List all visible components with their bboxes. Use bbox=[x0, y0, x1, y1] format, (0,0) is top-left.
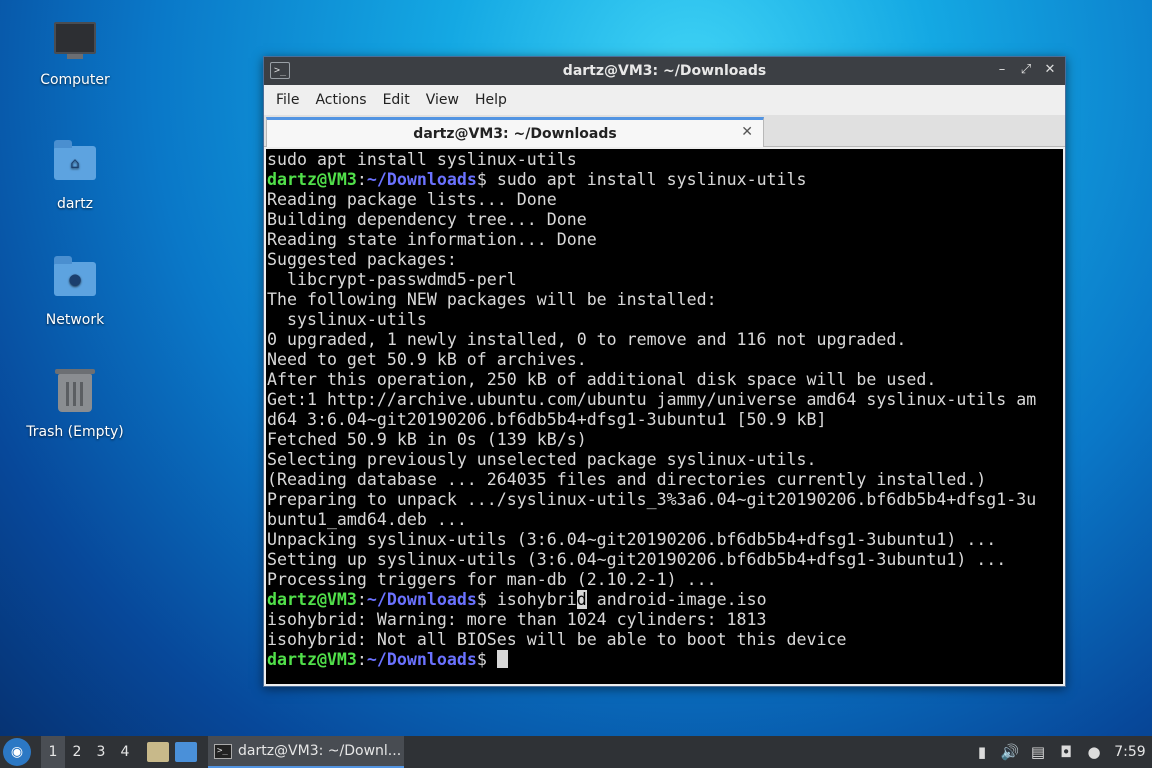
volume-icon[interactable]: 🔊 bbox=[998, 743, 1022, 761]
text-cursor: d bbox=[576, 590, 587, 609]
terminal-line: Fetched 50.9 kB in 0s (139 kB/s) bbox=[267, 430, 587, 449]
prompt-path: ~/Downloads bbox=[366, 650, 477, 669]
maximize-icon[interactable]: ⤢ bbox=[1017, 62, 1035, 77]
desktop-icon-label: Computer bbox=[40, 72, 110, 88]
file-manager-icon[interactable] bbox=[147, 742, 169, 762]
terminal-line: buntu1_amd64.deb ... bbox=[267, 510, 467, 529]
menubar: File Actions Edit View Help bbox=[264, 85, 1065, 115]
prompt-user: dartz@VM3 bbox=[267, 590, 357, 609]
notification-icon[interactable]: ● bbox=[1082, 743, 1106, 761]
terminal-cursor bbox=[496, 650, 508, 668]
terminal-output[interactable]: sudo apt install syslinux-utils dartz@VM… bbox=[266, 149, 1063, 684]
menu-file[interactable]: File bbox=[268, 92, 307, 108]
terminal-line: Preparing to unpack .../syslinux-utils_3… bbox=[267, 490, 1037, 509]
prompt-user: dartz@VM3 bbox=[267, 650, 357, 669]
terminal-line: Get:1 http://archive.ubuntu.com/ubuntu j… bbox=[267, 390, 1037, 409]
terminal-line: sudo apt install syslinux-utils bbox=[267, 150, 577, 169]
terminal-line: Setting up syslinux-utils (3:6.04~git201… bbox=[267, 550, 1007, 569]
terminal-line: dartz@VM3:~/Downloads$ bbox=[266, 650, 1063, 670]
system-tray: ▮ 🔊 ▤ ◘ ● 7:59 bbox=[968, 736, 1152, 768]
desktop-icon-label: dartz bbox=[56, 196, 94, 212]
terminal-line: syslinux-utils bbox=[267, 310, 427, 329]
terminal-line: isohybrid: Not all BIOSes will be able t… bbox=[267, 630, 847, 649]
desktop-icon-trash[interactable]: Trash (Empty) bbox=[20, 369, 130, 440]
terminal-line: Selecting previously unselected package … bbox=[267, 450, 817, 469]
terminal-line: d64 3:6.04~git20190206.bf6db5b4+dfsg1-3u… bbox=[267, 410, 827, 429]
terminal-icon[interactable]: >_ bbox=[270, 62, 290, 79]
terminal-line: Need to get 50.9 kB of archives. bbox=[267, 350, 587, 369]
desktop-icon-network[interactable]: ● Network bbox=[20, 256, 130, 328]
terminal-line: Reading package lists... Done bbox=[267, 190, 557, 209]
tab-close-icon[interactable]: ✕ bbox=[741, 124, 753, 140]
desktop-icon-home[interactable]: ⌂ dartz bbox=[20, 140, 130, 212]
menu-view[interactable]: View bbox=[418, 92, 467, 108]
desktop-icon-computer[interactable]: Computer bbox=[20, 22, 130, 88]
terminal-line: After this operation, 250 kB of addition… bbox=[267, 370, 937, 389]
tab-bar: dartz@VM3: ~/Downloads ✕ bbox=[264, 115, 1065, 147]
terminal-line: Unpacking syslinux-utils (3:6.04~git2019… bbox=[267, 530, 997, 549]
computer-icon bbox=[51, 22, 99, 66]
menu-help[interactable]: Help bbox=[467, 92, 515, 108]
desktop-icon-label: Trash (Empty) bbox=[26, 424, 124, 440]
terminal-line: Building dependency tree... Done bbox=[267, 210, 587, 229]
clock[interactable]: 7:59 bbox=[1108, 744, 1152, 760]
desktop-icon-label: Network bbox=[45, 312, 105, 328]
terminal-line: 0 upgraded, 1 newly installed, 0 to remo… bbox=[267, 330, 907, 349]
tab-title: dartz@VM3: ~/Downloads bbox=[413, 125, 617, 142]
network-icon[interactable]: ◘ bbox=[1054, 743, 1078, 761]
terminal-line: isohybrid: Warning: more than 1024 cylin… bbox=[267, 610, 767, 629]
clipboard-icon[interactable]: ▤ bbox=[1026, 743, 1050, 761]
workspace-1[interactable]: 1 bbox=[41, 736, 65, 768]
terminal-line: The following NEW packages will be insta… bbox=[267, 290, 717, 309]
terminal-window: >_ dartz@VM3: ~/Downloads – ⤢ ✕ File Act… bbox=[263, 56, 1066, 687]
menu-edit[interactable]: Edit bbox=[375, 92, 418, 108]
app-menu-icon[interactable]: ◉ bbox=[3, 738, 31, 766]
home-folder-icon: ⌂ bbox=[51, 140, 99, 190]
terminal-icon: >_ bbox=[214, 743, 232, 759]
show-desktop-icon[interactable] bbox=[175, 742, 197, 762]
workspace-3[interactable]: 3 bbox=[89, 744, 113, 760]
workspace-2[interactable]: 2 bbox=[65, 744, 89, 760]
prompt-path: ~/Downloads bbox=[366, 590, 477, 609]
taskbar: ◉ 1 2 3 4 >_ dartz@VM3: ~/Downl... ▮ 🔊 ▤… bbox=[0, 736, 1152, 768]
terminal-line: (Reading database ... 264035 files and d… bbox=[267, 470, 987, 489]
trash-icon bbox=[51, 369, 99, 418]
window-title: dartz@VM3: ~/Downloads bbox=[562, 63, 767, 79]
prompt-user: dartz@VM3 bbox=[267, 170, 357, 189]
keyboard-icon[interactable]: ▮ bbox=[970, 743, 994, 761]
tab-terminal[interactable]: dartz@VM3: ~/Downloads ✕ bbox=[266, 117, 764, 147]
menu-actions[interactable]: Actions bbox=[307, 92, 374, 108]
taskbar-task-terminal[interactable]: >_ dartz@VM3: ~/Downl... bbox=[208, 736, 404, 768]
prompt-path: ~/Downloads bbox=[366, 170, 477, 189]
network-folder-icon: ● bbox=[51, 256, 99, 306]
close-icon[interactable]: ✕ bbox=[1041, 62, 1059, 77]
terminal-line: dartz@VM3:~/Downloads$ sudo apt install … bbox=[267, 170, 807, 189]
terminal-line: Processing triggers for man-db (2.10.2-1… bbox=[267, 570, 717, 589]
terminal-line: libcrypt-passwdmd5-perl bbox=[267, 270, 517, 289]
window-titlebar[interactable]: >_ dartz@VM3: ~/Downloads – ⤢ ✕ bbox=[264, 57, 1065, 85]
terminal-line: dartz@VM3:~/Downloads$ isohybrid android… bbox=[267, 590, 767, 609]
terminal-line: Reading state information... Done bbox=[267, 230, 597, 249]
workspace-4[interactable]: 4 bbox=[113, 744, 137, 760]
terminal-line: Suggested packages: bbox=[267, 250, 457, 269]
task-title: dartz@VM3: ~/Downl... bbox=[238, 743, 402, 759]
minimize-icon[interactable]: – bbox=[993, 62, 1011, 77]
